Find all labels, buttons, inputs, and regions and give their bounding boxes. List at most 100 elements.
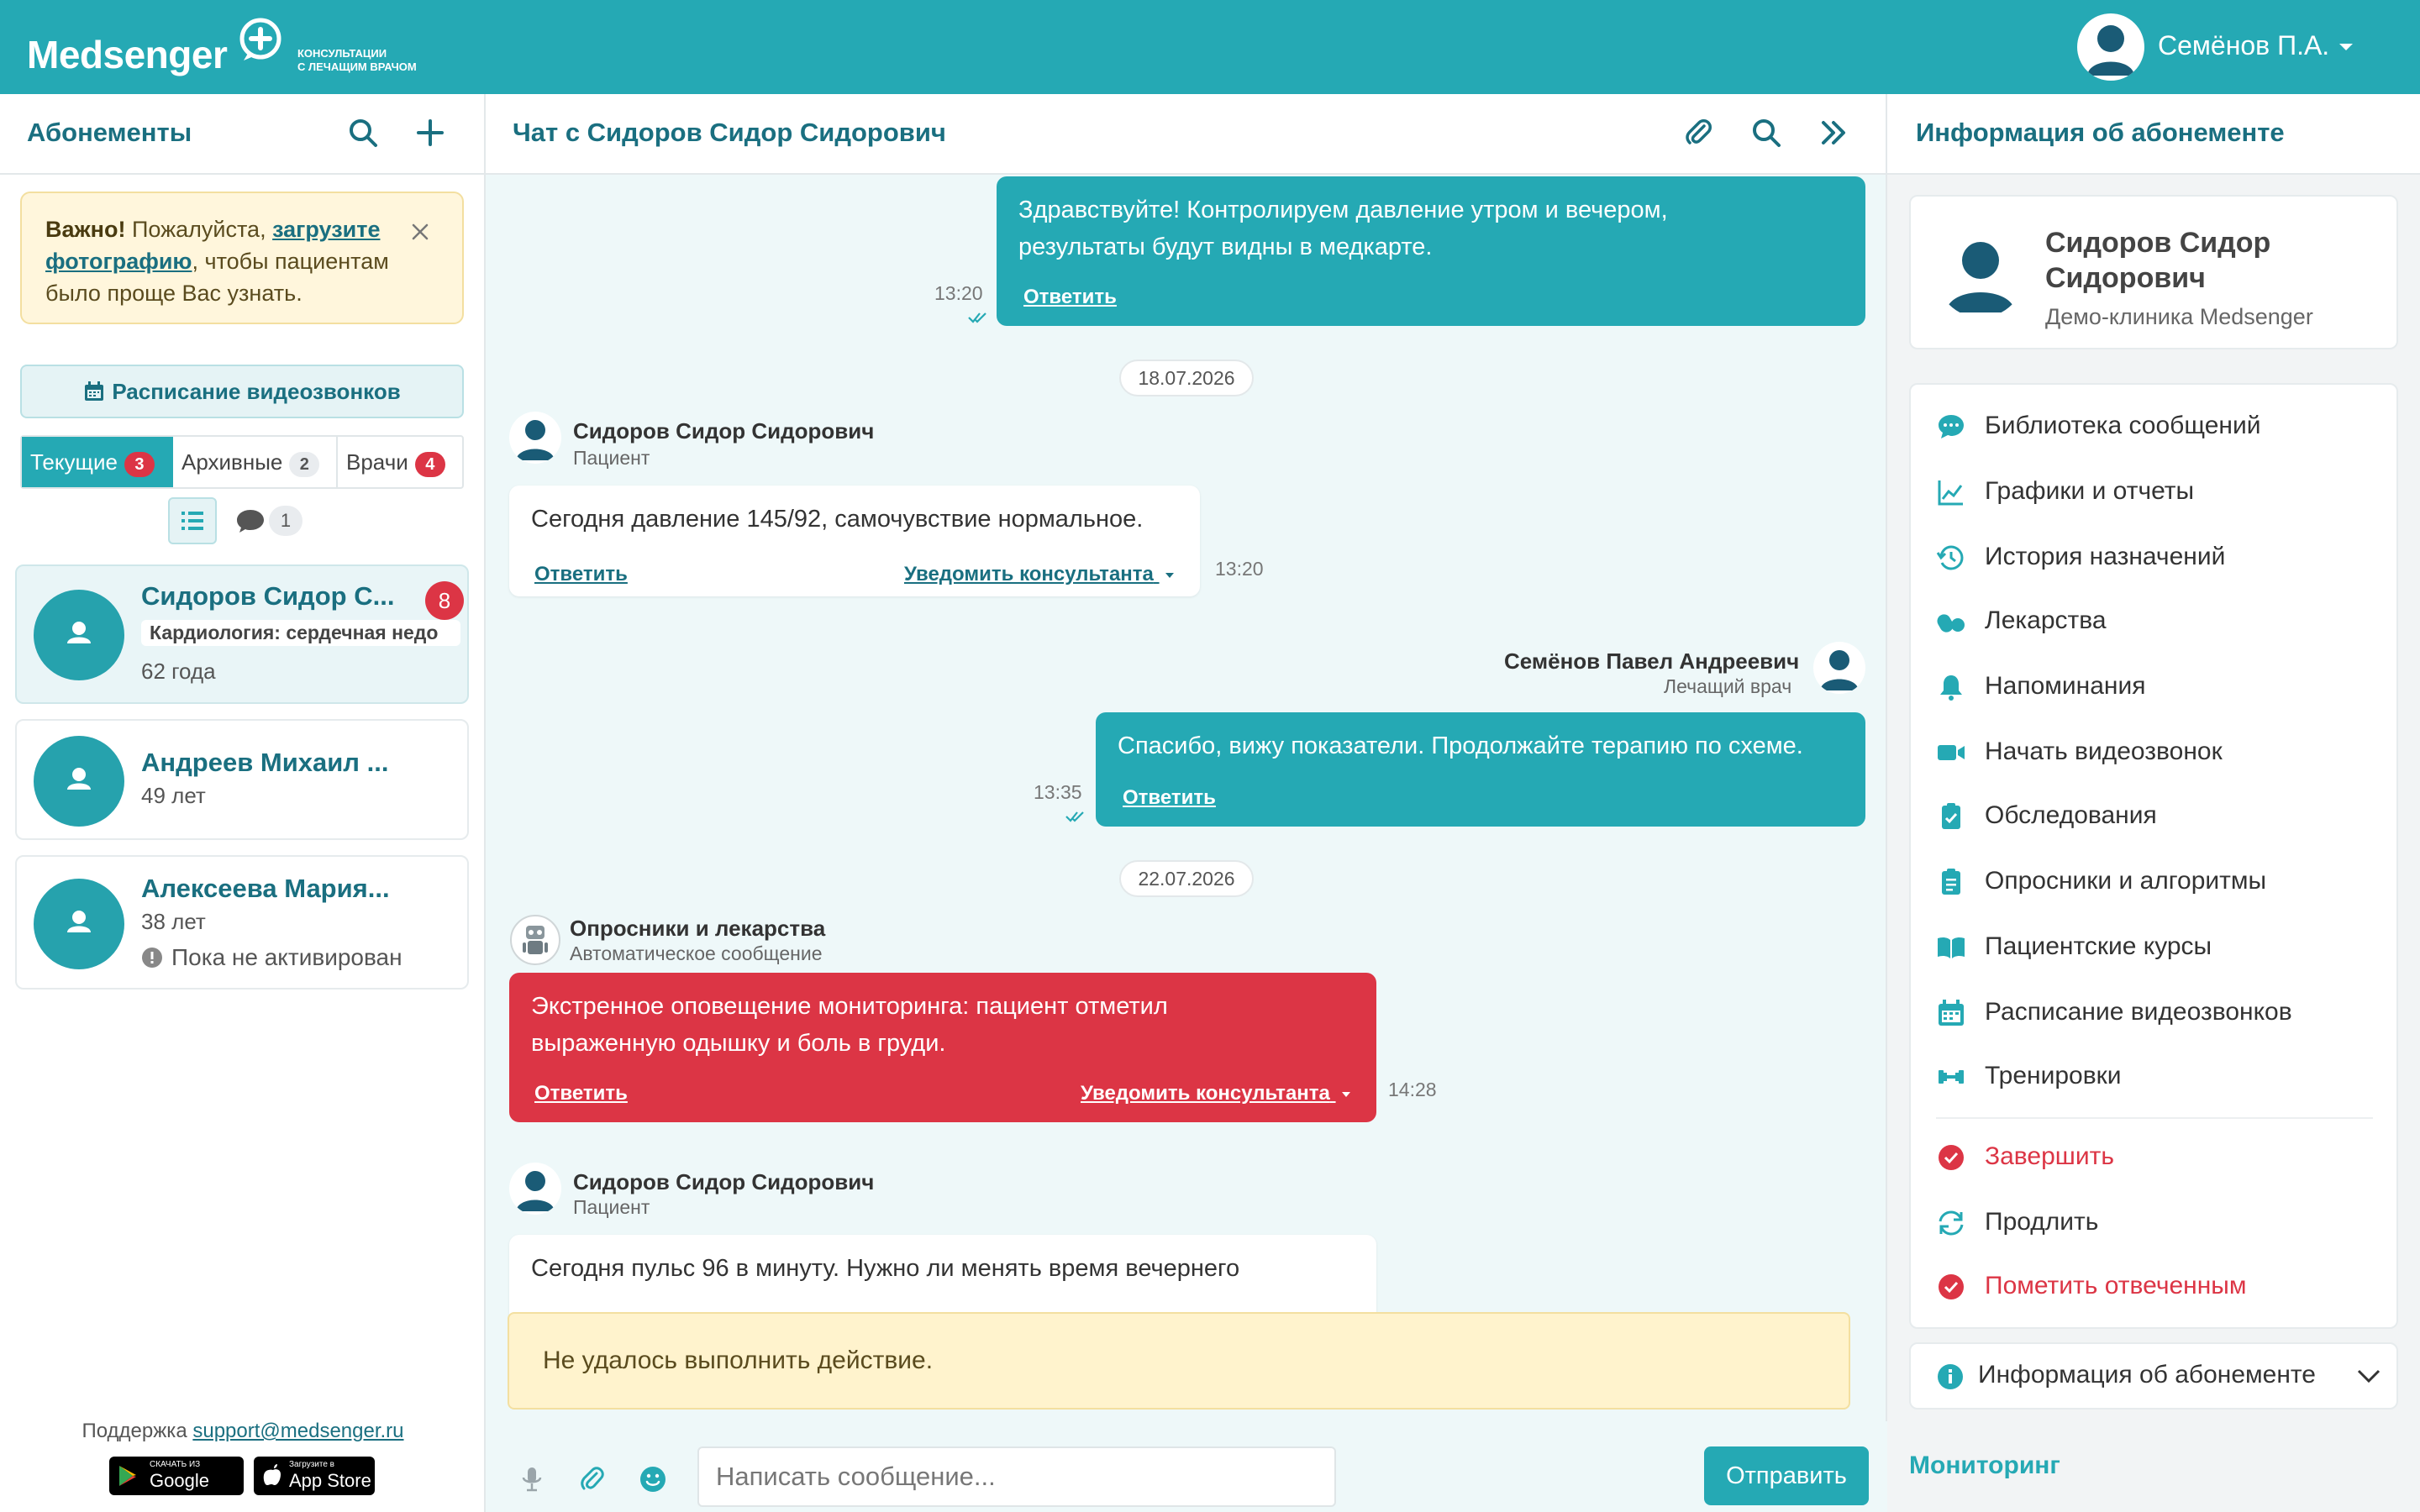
user-icon <box>67 622 91 643</box>
archive-count-badge: 2 <box>289 452 320 477</box>
chat-title: Чат с Сидоров Сидор Сидорович <box>513 118 946 147</box>
logo[interactable]: Medsenger <box>27 32 228 77</box>
message-time: 13:35 <box>1034 781 1082 803</box>
reply-link[interactable]: Ответить <box>534 1075 628 1112</box>
search-icon[interactable] <box>346 116 380 150</box>
info-icon <box>142 948 162 968</box>
chat-bubble-icon[interactable] <box>235 507 266 534</box>
action-finish[interactable]: Завершить <box>1936 1139 2373 1176</box>
pills-icon <box>1937 614 1965 633</box>
patient-card[interactable]: Алексеева Мария... 38 лет Пока не активи… <box>15 855 469 990</box>
action-mark-answered[interactable]: Пометить отвеченным <box>1936 1268 2373 1305</box>
menu-item-prescription-history[interactable]: История назначений <box>1936 539 2373 576</box>
send-button[interactable]: Отправить <box>1704 1446 1869 1505</box>
clipboard-list-icon <box>1942 869 1960 895</box>
notify-consultant-link[interactable]: Уведомить консультанта <box>1081 1075 1351 1112</box>
support-line: Поддержка support@medsenger.ru <box>82 1420 404 1442</box>
upload-photo-link[interactable]: загрузите <box>272 217 380 242</box>
calendar-icon <box>85 381 104 401</box>
panel-title: Информация об абонементе <box>1916 118 2285 147</box>
patient-card[interactable]: Сидоров Сидор С... Кардиология: сердечна… <box>15 564 469 704</box>
reply-link[interactable]: Ответить <box>534 556 628 593</box>
tab-current[interactable]: Текущие 3 <box>22 437 173 487</box>
google-play-icon <box>119 1466 136 1486</box>
sender-name: Сидоров Сидор Сидорович <box>573 418 875 444</box>
attachment-icon[interactable] <box>1682 116 1716 150</box>
info-icon <box>1938 1364 1963 1389</box>
menu-item-patient-courses[interactable]: Пациентские курсы <box>1936 929 2373 966</box>
menu-item-examinations[interactable]: Обследования <box>1936 798 2373 835</box>
caret-down-icon <box>1341 1091 1350 1097</box>
reply-link[interactable]: Ответить <box>1123 780 1216 816</box>
clinic-name: Демо-клиника Medsenger <box>2045 304 2313 329</box>
book-open-icon <box>1938 937 1965 958</box>
reply-link[interactable]: Ответить <box>1023 279 1117 316</box>
sender-role: Пациент <box>573 1196 650 1218</box>
microphone-icon[interactable] <box>518 1465 546 1494</box>
tab-archive[interactable]: Архивные 2 <box>173 437 338 487</box>
emoji-icon[interactable] <box>639 1465 667 1494</box>
message-input[interactable]: Написать сообщение... <box>697 1446 1336 1507</box>
list-view-toggle[interactable] <box>168 497 217 544</box>
line-chart-icon <box>1938 480 1963 506</box>
close-icon[interactable] <box>408 220 432 244</box>
subscription-info-accordion[interactable]: Информация об абонементе <box>1909 1342 2398 1410</box>
menu-item-message-library[interactable]: Библиотека сообщений <box>1936 408 2373 445</box>
support-email-link[interactable]: support@medsenger.ru <box>192 1420 403 1442</box>
doctors-count-badge: 4 <box>414 452 445 477</box>
read-checkmarks-icon <box>1065 811 1084 822</box>
chevron-down-icon <box>2357 1369 2381 1383</box>
menu-item-trainings[interactable]: Тренировки <box>1936 1058 2373 1095</box>
logo-subtitle: КОНСУЛЬТАЦИИ С ЛЕЧАЩИМ ВРАЧОМ <box>297 47 417 73</box>
tab-doctors[interactable]: Врачи 4 <box>338 437 462 487</box>
subscriptions-panel: Абонементы Важно! Пожалуйста, загрузите … <box>0 94 486 1512</box>
patient-status: Пока не активирован <box>141 944 402 971</box>
menu-item-videocall-schedule[interactable]: Расписание видеозвонков <box>1936 995 2373 1032</box>
search-icon[interactable] <box>1749 116 1783 150</box>
message-time: 13:20 <box>1215 558 1264 580</box>
panel-title: Абонементы <box>27 118 192 147</box>
info-header: Информация об абонементе <box>1887 94 2420 175</box>
message-incoming: Сегодня давление 145/92, самочувствие но… <box>509 486 1200 596</box>
user-menu[interactable]: Семёнов П.А. <box>2158 30 2329 61</box>
menu-item-start-videocall[interactable]: Начать видеозвонок <box>1936 734 2373 771</box>
app-store-badge[interactable]: Загрузите в App Store <box>254 1457 375 1495</box>
list-icon <box>182 512 203 530</box>
google-play-badge[interactable]: СКАЧАТЬ ИЗ Google Play <box>109 1457 244 1512</box>
user-icon <box>2087 25 2134 76</box>
add-icon[interactable] <box>413 116 447 150</box>
schedule-videocalls-button[interactable]: Расписание видеозвонков <box>20 365 464 418</box>
patient-age: 38 лет <box>141 909 206 934</box>
upload-photo-link-2[interactable]: фотографию <box>45 249 192 274</box>
message-outgoing: Спасибо, вижу показатели. Продолжайте те… <box>1096 712 1865 827</box>
user-icon <box>1820 650 1859 690</box>
notify-consultant-link[interactable]: Уведомить консультанта <box>904 556 1175 593</box>
sender-role: Автоматическое сообщение <box>570 942 823 964</box>
subscription-menu: Библиотека сообщений Графики и отчеты Ис… <box>1909 383 2398 1329</box>
subscription-tabs: Текущие 3 Архивные 2 Врачи 4 <box>20 435 464 489</box>
date-separator: 18.07.2026 <box>1119 360 1254 396</box>
message-composer: Написать сообщение... Отправить <box>486 1421 1887 1512</box>
action-extend[interactable]: Продлить <box>1936 1205 2373 1242</box>
menu-item-reminders[interactable]: Напоминания <box>1936 669 2373 706</box>
patient-name: Алексеева Мария... <box>141 874 390 903</box>
double-chevron-right-icon[interactable] <box>1817 116 1850 150</box>
menu-item-charts[interactable]: Графики и отчеты <box>1936 474 2373 511</box>
user-avatar[interactable] <box>2077 13 2144 81</box>
patient-name: Андреев Михаил ... <box>141 748 389 777</box>
subscription-info-panel: Информация об абонементе Сидоров Сидор С… <box>1887 94 2420 1512</box>
user-icon <box>516 1171 555 1211</box>
top-bar: Medsenger КОНСУЛЬТАЦИИ С ЛЕЧАЩИМ ВРАЧОМ … <box>0 0 2420 94</box>
caret-down-icon[interactable] <box>2339 44 2353 50</box>
patient-name: Сидоров Сидор С... <box>141 581 395 611</box>
menu-item-questionnaires[interactable]: Опросники и алгоритмы <box>1936 864 2373 900</box>
patient-card[interactable]: Андреев Михаил ... 49 лет <box>15 719 469 840</box>
message-list[interactable]: Здравствуйте! Контролируем давление утро… <box>486 175 1887 1393</box>
menu-item-medications[interactable]: Лекарства <box>1936 603 2373 640</box>
error-alert: Не удалось выполнить действие. <box>508 1312 1850 1410</box>
attachment-icon[interactable] <box>578 1465 607 1494</box>
bot-avatar <box>509 914 561 966</box>
history-icon <box>1936 545 1964 570</box>
sender-role: Пациент <box>573 447 650 469</box>
sender-name: Опросники и лекарства <box>570 916 826 941</box>
